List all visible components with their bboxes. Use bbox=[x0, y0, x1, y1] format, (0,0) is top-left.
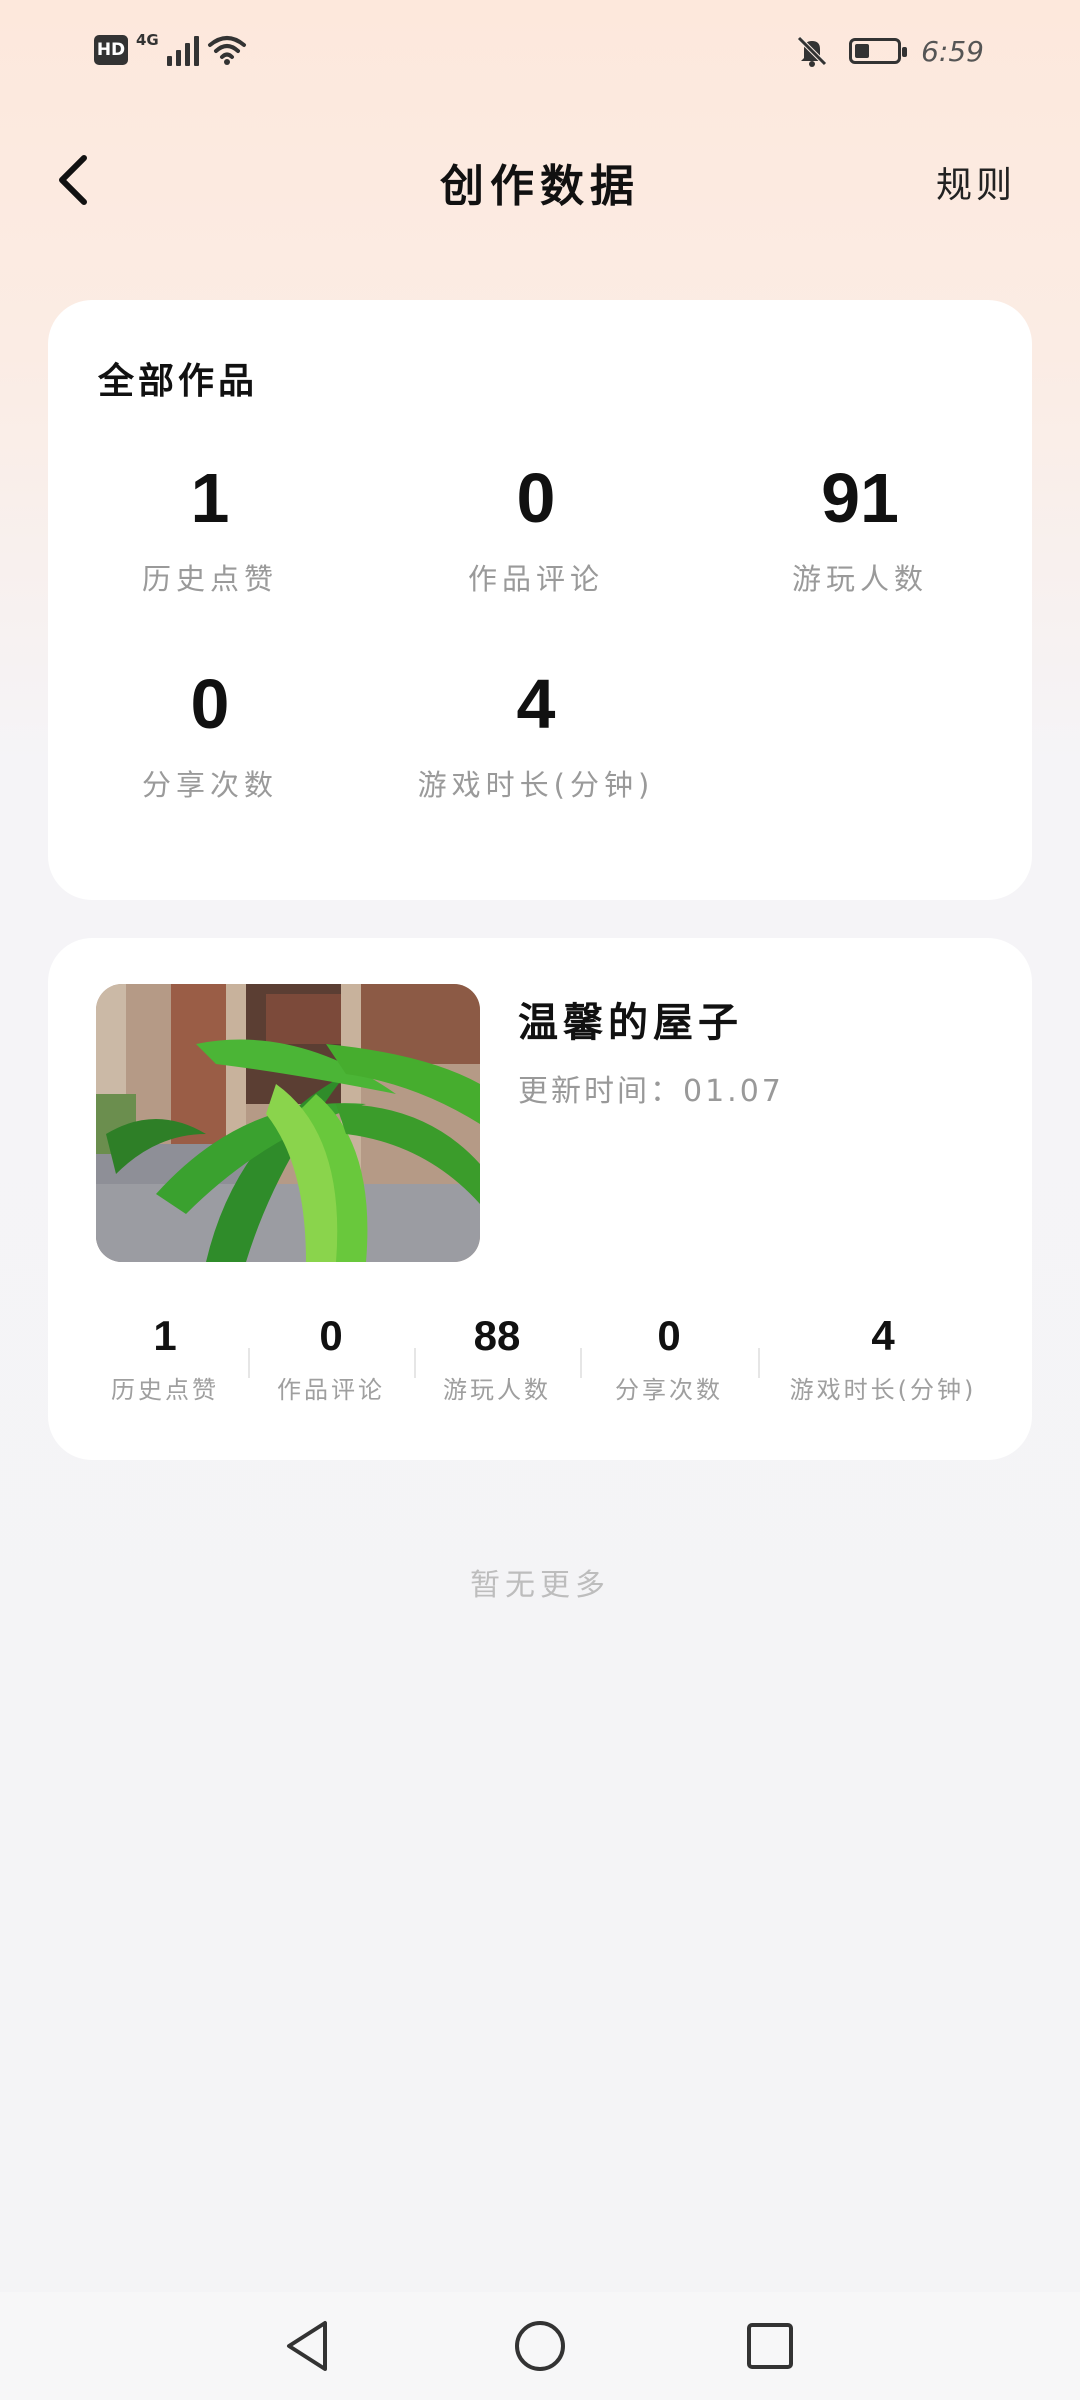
stat-label: 游戏时长(分钟) bbox=[417, 768, 655, 802]
work-stat-value: 4 bbox=[871, 1312, 895, 1359]
nav-back-button[interactable] bbox=[278, 2316, 338, 2376]
work-stats: 1 历史点赞 0 作品评论 88 游玩人数 0 分享次数 4 游戏时长(分钟) bbox=[82, 1312, 1042, 1412]
work-stat-label: 游戏时长(分钟) bbox=[789, 1376, 977, 1404]
stat-value: 4 bbox=[516, 665, 556, 743]
wifi-icon bbox=[207, 36, 246, 65]
signal-icon bbox=[166, 34, 199, 66]
status-left: HD 4G bbox=[94, 31, 247, 66]
work-stat-shares: 0 分享次数 bbox=[580, 1312, 758, 1412]
work-stat-value: 0 bbox=[657, 1312, 681, 1359]
stat-players: 91 游玩人数 bbox=[698, 458, 1022, 598]
work-card[interactable]: 温馨的屋子 更新时间：01.07 1 历史点赞 0 作品评论 88 游玩人数 0… bbox=[48, 938, 1032, 1460]
hd-badge: HD bbox=[94, 35, 128, 65]
work-stat-value: 88 bbox=[473, 1312, 521, 1359]
stat-label: 作品评论 bbox=[467, 562, 604, 596]
work-stat-value: 0 bbox=[319, 1312, 343, 1359]
stat-label: 分享次数 bbox=[141, 768, 278, 802]
work-stat-value: 1 bbox=[153, 1312, 177, 1359]
work-stat-label: 分享次数 bbox=[615, 1376, 723, 1404]
stat-value: 0 bbox=[516, 459, 556, 537]
nav-recents-button[interactable] bbox=[740, 2316, 800, 2376]
work-stat-label: 作品评论 bbox=[277, 1376, 385, 1404]
stat-value: 1 bbox=[190, 459, 230, 537]
stat-comments: 0 作品评论 bbox=[374, 458, 698, 598]
bell-off-icon bbox=[797, 36, 827, 67]
status-time: 6:59 bbox=[921, 34, 984, 68]
work-stat-play-time: 4 游戏时长(分钟) bbox=[758, 1312, 1008, 1412]
page-title: 创作数据 bbox=[440, 161, 640, 212]
nav-home-button[interactable] bbox=[510, 2316, 570, 2376]
work-title: 温馨的屋子 bbox=[518, 1000, 743, 1046]
home-circle-icon bbox=[515, 2321, 565, 2371]
work-thumbnail[interactable] bbox=[96, 984, 480, 1262]
status-bar: HD 4G 6:59 bbox=[0, 0, 1080, 110]
work-stat-label: 游玩人数 bbox=[443, 1376, 551, 1404]
network-type: 4G bbox=[136, 31, 159, 49]
battery-icon bbox=[849, 38, 908, 64]
stat-likes: 1 历史点赞 bbox=[48, 458, 372, 598]
work-stat-label: 历史点赞 bbox=[111, 1376, 219, 1404]
status-right: 6:59 bbox=[795, 34, 984, 68]
stat-shares: 0 分享次数 bbox=[48, 664, 372, 804]
stat-label: 历史点赞 bbox=[141, 562, 278, 596]
work-stat-likes: 1 历史点赞 bbox=[82, 1312, 248, 1412]
all-works-summary-card: 全部作品 1 历史点赞 0 作品评论 91 游玩人数 0 分享次数 4 游戏时长… bbox=[48, 300, 1032, 900]
rules-link[interactable]: 规则 bbox=[936, 156, 1016, 208]
work-stat-comments: 0 作品评论 bbox=[248, 1312, 414, 1412]
summary-title: 全部作品 bbox=[98, 361, 259, 402]
stat-value: 91 bbox=[821, 459, 899, 537]
no-more-text: 暂无更多 bbox=[470, 1568, 610, 1603]
system-nav-bar bbox=[0, 2292, 1080, 2400]
work-updated-time: 更新时间：01.07 bbox=[518, 1074, 784, 1109]
recents-square-icon bbox=[747, 2323, 793, 2369]
stat-value: 0 bbox=[190, 665, 230, 743]
page-header: 创作数据 规则 bbox=[0, 130, 1080, 230]
work-stat-players: 88 游玩人数 bbox=[414, 1312, 580, 1412]
back-triangle-icon bbox=[287, 2321, 327, 2371]
work-thumbnail-image bbox=[96, 984, 480, 1262]
stat-label: 游玩人数 bbox=[791, 562, 928, 596]
stat-play-time: 4 游戏时长(分钟) bbox=[374, 664, 698, 804]
battery-level bbox=[855, 44, 870, 58]
